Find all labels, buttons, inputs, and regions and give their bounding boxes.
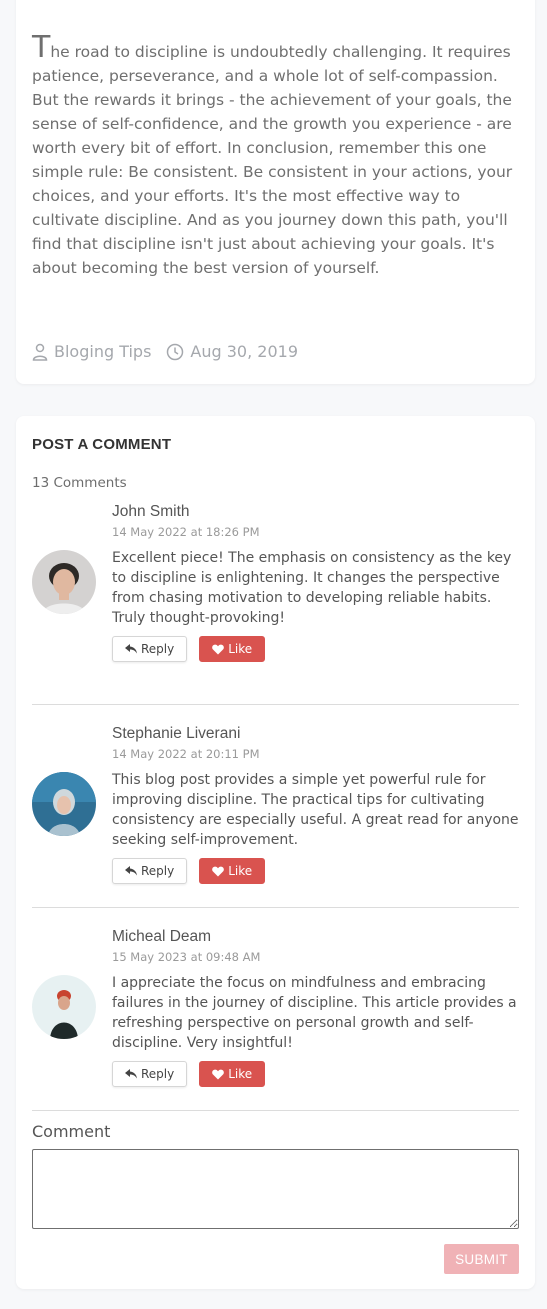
comment-form-label: Comment	[32, 1122, 111, 1141]
like-label: Like	[228, 1067, 253, 1081]
heart-icon	[212, 866, 228, 877]
like-button[interactable]: Like	[199, 1061, 266, 1087]
article-category[interactable]: Bloging Tips	[32, 342, 151, 361]
comment-date: 15 May 2023 at 09:48 AM	[112, 950, 261, 964]
reply-arrow-icon	[125, 866, 141, 876]
heart-icon	[212, 1069, 228, 1080]
reply-button[interactable]: Reply	[112, 1061, 188, 1087]
avatar	[32, 550, 96, 614]
heart-icon	[212, 644, 228, 655]
reply-label: Reply	[141, 864, 175, 878]
comments-card: POST A COMMENT 13 Comments John Smith 14…	[16, 416, 535, 1289]
comment-count: 13 Comments	[32, 475, 127, 491]
comment-date: 14 May 2022 at 18:26 PM	[112, 525, 260, 539]
comment-list: John Smith 14 May 2022 at 18:26 PM Excel…	[32, 502, 519, 1111]
comment-text: Excellent piece! The emphasis on consist…	[112, 550, 512, 626]
article-dropcap: T	[32, 30, 51, 65]
like-label: Like	[228, 864, 253, 878]
article-card: The road to discipline is undoubtedly ch…	[16, 0, 535, 384]
comment-body: John Smith 14 May 2022 at 18:26 PM Excel…	[112, 502, 519, 662]
article-date: Aug 30, 2019	[166, 342, 298, 361]
article-text: he road to discipline is undoubtedly cha…	[32, 43, 513, 277]
article-category-label: Bloging Tips	[54, 342, 152, 361]
avatar	[32, 772, 96, 836]
reply-label: Reply	[141, 642, 175, 656]
comment-author: John Smith	[112, 503, 190, 520]
submit-button[interactable]: SUBMIT	[444, 1244, 519, 1274]
comment-item: Micheal Deam 15 May 2023 at 09:48 AM I a…	[32, 908, 519, 1111]
like-button[interactable]: Like	[199, 858, 266, 884]
reply-button[interactable]: Reply	[112, 636, 188, 662]
comment-author: Stephanie Liverani	[112, 725, 241, 742]
article-meta: Bloging Tips Aug 30, 2019	[32, 342, 313, 361]
article-body: The road to discipline is undoubtedly ch…	[32, 33, 519, 280]
comment-date: 14 May 2022 at 20:11 PM	[112, 747, 260, 761]
article-date-label: Aug 30, 2019	[190, 342, 298, 361]
comment-author: Micheal Deam	[112, 928, 212, 945]
clock-icon	[166, 343, 190, 361]
reply-arrow-icon	[125, 1069, 141, 1079]
comment-textarea[interactable]	[32, 1149, 519, 1229]
reply-button[interactable]: Reply	[112, 858, 188, 884]
comment-actions: Reply Like	[112, 1061, 519, 1087]
comment-text: I appreciate the focus on mindfulness an…	[112, 975, 517, 1051]
comment-text: This blog post provides a simple yet pow…	[112, 772, 519, 848]
comment-item: John Smith 14 May 2022 at 18:26 PM Excel…	[32, 502, 519, 705]
avatar	[32, 975, 96, 1039]
comment-item: Stephanie Liverani 14 May 2022 at 20:11 …	[32, 705, 519, 908]
like-label: Like	[228, 642, 253, 656]
comment-body: Micheal Deam 15 May 2023 at 09:48 AM I a…	[112, 927, 519, 1087]
reply-label: Reply	[141, 1067, 175, 1081]
reply-arrow-icon	[125, 644, 141, 654]
comment-actions: Reply Like	[112, 636, 519, 662]
section-title: POST A COMMENT	[32, 436, 172, 453]
comment-actions: Reply Like	[112, 858, 519, 884]
comment-body: Stephanie Liverani 14 May 2022 at 20:11 …	[112, 724, 519, 884]
like-button[interactable]: Like	[199, 636, 266, 662]
user-icon	[32, 343, 54, 361]
